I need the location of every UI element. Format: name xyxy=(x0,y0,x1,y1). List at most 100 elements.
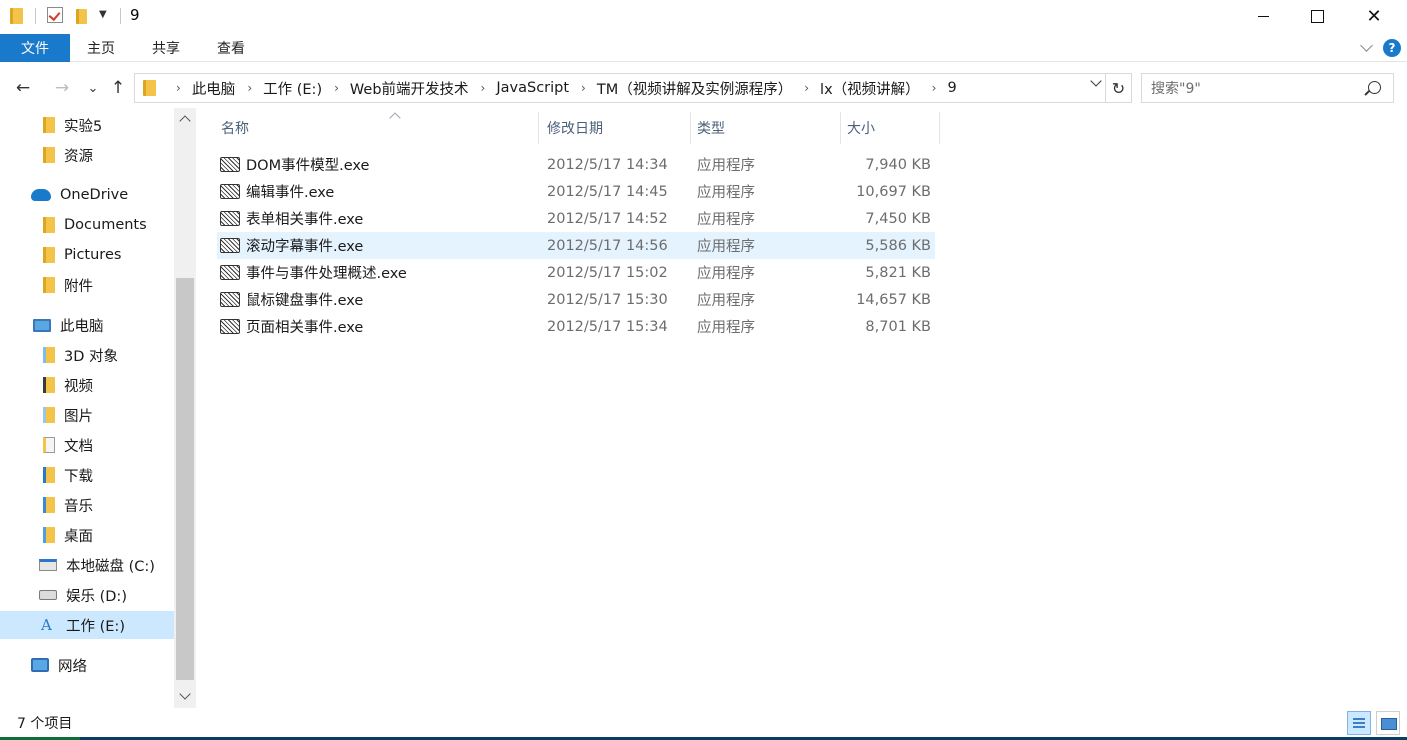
breadcrumb-separator[interactable]: › xyxy=(334,81,339,95)
sidebar-item-videos[interactable]: 视频 xyxy=(0,371,174,399)
scrollbar-thumb[interactable] xyxy=(176,278,194,680)
sidebar-item-label: 视频 xyxy=(64,378,93,395)
sidebar-item-label: 资源 xyxy=(64,148,93,165)
breadcrumb-separator[interactable]: › xyxy=(804,81,809,95)
status-bar: 7 个项目 xyxy=(0,708,1407,740)
table-row[interactable]: 页面相关事件.exe 2012/5/17 15:34 应用程序 8,701 KB xyxy=(217,313,935,340)
column-header-date[interactable]: 修改日期 xyxy=(541,112,691,144)
table-row[interactable]: 编辑事件.exe 2012/5/17 14:45 应用程序 10,697 KB xyxy=(217,178,935,205)
folder-icon xyxy=(43,147,55,163)
file-date: 2012/5/17 15:02 xyxy=(547,264,668,281)
file-type: 应用程序 xyxy=(697,320,755,336)
close-button[interactable]: ✕ xyxy=(1351,0,1397,32)
recent-locations-button[interactable]: ⌄ xyxy=(82,78,104,98)
file-name: 事件与事件处理概述.exe xyxy=(246,266,407,282)
application-icon xyxy=(220,157,240,172)
tab-home[interactable]: 主页 xyxy=(87,34,115,62)
sidebar-item-documents-lib[interactable]: 文档 xyxy=(0,431,174,459)
breadcrumb-separator[interactable]: › xyxy=(247,81,252,95)
table-row[interactable]: 滚动字幕事件.exe 2012/5/17 14:56 应用程序 5,586 KB xyxy=(217,232,935,259)
column-header-name[interactable]: 名称 xyxy=(215,112,539,144)
toolbar-divider xyxy=(35,8,36,24)
tab-view[interactable]: 查看 xyxy=(217,34,245,62)
maximize-button[interactable] xyxy=(1294,0,1340,32)
column-header-size[interactable]: 大小 xyxy=(841,112,940,144)
file-date: 2012/5/17 14:45 xyxy=(547,183,668,200)
search-icon[interactable] xyxy=(1368,81,1381,94)
details-view-icon[interactable] xyxy=(1347,711,1371,735)
back-button[interactable]: ← xyxy=(12,78,34,98)
breadcrumb-separator[interactable]: › xyxy=(481,81,486,95)
sidebar-item-onedrive[interactable]: OneDrive xyxy=(0,181,174,209)
file-type: 应用程序 xyxy=(697,239,755,255)
folder-icon[interactable] xyxy=(10,7,23,25)
scroll-up-chevron-icon[interactable] xyxy=(174,108,196,130)
new-folder-icon[interactable] xyxy=(76,7,87,25)
address-history-chevron-icon[interactable] xyxy=(1090,77,1102,89)
address-bar[interactable]: › 此电脑 › 工作 (E:) › Web前端开发技术 › JavaScript… xyxy=(134,73,1106,103)
breadcrumb-javascript[interactable]: JavaScript xyxy=(496,80,569,96)
file-name: 页面相关事件.exe xyxy=(246,320,364,336)
sidebar-item-label: 娱乐 (D:) xyxy=(66,588,127,605)
file-size: 5,586 KB xyxy=(865,237,931,254)
tab-file[interactable]: 文件 xyxy=(0,34,70,62)
table-row[interactable]: 鼠标键盘事件.exe 2012/5/17 15:30 应用程序 14,657 K… xyxy=(217,286,935,313)
breadcrumb-this-pc[interactable]: 此电脑 xyxy=(192,78,236,99)
sidebar-item-3d-objects[interactable]: 3D 对象 xyxy=(0,341,174,369)
search-input[interactable]: 搜索"9" xyxy=(1151,78,1201,98)
large-icons-view-icon[interactable] xyxy=(1376,711,1400,735)
sidebar-item-label: 下载 xyxy=(64,468,93,485)
sidebar-item-documents[interactable]: Documents xyxy=(0,211,174,239)
sidebar-item-label: 实验5 xyxy=(64,118,103,135)
ribbon-tabs: 文件 主页 共享 查看 ? xyxy=(0,34,1407,62)
up-button[interactable]: ↑ xyxy=(107,78,129,98)
table-row[interactable]: DOM事件模型.exe 2012/5/17 14:34 应用程序 7,940 K… xyxy=(217,151,935,178)
onedrive-icon xyxy=(31,189,51,201)
table-row[interactable]: 表单相关事件.exe 2012/5/17 14:52 应用程序 7,450 KB xyxy=(217,205,935,232)
sidebar-item-resources[interactable]: 资源 xyxy=(0,141,174,169)
sidebar-item-drive-c[interactable]: 本地磁盘 (C:) xyxy=(0,551,174,579)
music-icon xyxy=(43,497,55,513)
table-row[interactable]: 事件与事件处理概述.exe 2012/5/17 15:02 应用程序 5,821… xyxy=(217,259,935,286)
sidebar-item-drive-d[interactable]: 娱乐 (D:) xyxy=(0,581,174,609)
sidebar-item-experiment5[interactable]: 实验5 xyxy=(0,111,174,139)
breadcrumb-drive-e[interactable]: 工作 (E:) xyxy=(263,78,322,99)
minimize-button[interactable] xyxy=(1240,0,1286,32)
sidebar-scrollbar[interactable] xyxy=(174,108,196,708)
breadcrumb-separator[interactable]: › xyxy=(581,81,586,95)
sidebar-item-drive-e[interactable]: A 工作 (E:) xyxy=(0,611,174,639)
file-date: 2012/5/17 15:34 xyxy=(547,318,668,335)
column-header-type[interactable]: 类型 xyxy=(691,112,841,144)
refresh-button[interactable]: ↻ xyxy=(1106,73,1132,103)
help-icon[interactable]: ? xyxy=(1383,39,1401,57)
properties-icon[interactable] xyxy=(47,7,63,23)
tab-share[interactable]: 共享 xyxy=(152,34,180,62)
breadcrumb-web-frontend[interactable]: Web前端开发技术 xyxy=(350,78,469,99)
scroll-down-chevron-icon[interactable] xyxy=(174,686,196,708)
sidebar-item-desktop[interactable]: 桌面 xyxy=(0,521,174,549)
customize-toolbar-dropdown[interactable]: ▼ xyxy=(99,9,107,20)
breadcrumb-lx[interactable]: lx（视频讲解） xyxy=(820,78,920,99)
search-box[interactable]: 搜索"9" xyxy=(1141,73,1394,103)
file-size: 7,940 KB xyxy=(865,156,931,173)
sidebar-item-downloads[interactable]: 下载 xyxy=(0,461,174,489)
breadcrumb-separator[interactable]: › xyxy=(176,81,181,95)
sidebar-item-label: Documents xyxy=(64,217,147,233)
drive-a-icon: A xyxy=(41,616,52,634)
forward-button[interactable]: → xyxy=(51,78,73,98)
breadcrumb-separator[interactable]: › xyxy=(932,81,937,95)
sidebar-item-music[interactable]: 音乐 xyxy=(0,491,174,519)
breadcrumb-tm[interactable]: TM（视频讲解及实例源程序） xyxy=(597,78,792,99)
sidebar-item-attachments[interactable]: 附件 xyxy=(0,271,174,299)
file-date: 2012/5/17 15:30 xyxy=(547,291,668,308)
sidebar-item-network[interactable]: 网络 xyxy=(0,651,174,679)
expand-ribbon-chevron-icon[interactable] xyxy=(1360,40,1374,54)
sidebar-item-label: Pictures xyxy=(64,247,122,263)
application-icon xyxy=(220,184,240,199)
navigation-bar: ← → ⌄ ↑ › 此电脑 › 工作 (E:) › Web前端开发技术 › Ja… xyxy=(0,70,1407,106)
sidebar-item-pictures[interactable]: Pictures xyxy=(0,241,174,269)
this-pc-icon xyxy=(33,318,51,332)
breadcrumb-9[interactable]: 9 xyxy=(947,80,956,96)
sidebar-item-this-pc[interactable]: 此电脑 xyxy=(0,311,174,339)
sidebar-item-pictures-lib[interactable]: 图片 xyxy=(0,401,174,429)
